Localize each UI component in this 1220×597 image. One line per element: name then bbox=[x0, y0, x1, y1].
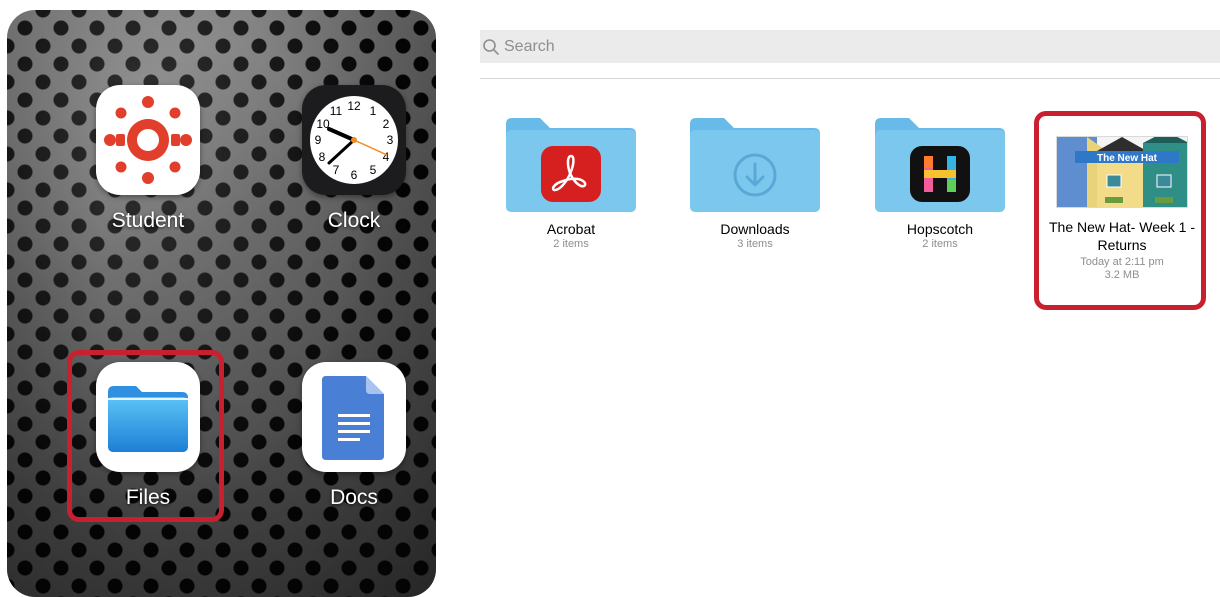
hopscotch-icon bbox=[910, 146, 970, 202]
folder-icon bbox=[875, 118, 1005, 212]
item-name: Hopscotch bbox=[906, 221, 974, 237]
clock-numeral: 6 bbox=[351, 168, 358, 182]
clock-numeral: 1 bbox=[370, 104, 377, 118]
clock-numeral: 4 bbox=[383, 150, 390, 164]
clock-numeral: 7 bbox=[333, 163, 340, 177]
clock-icon: 12 1 2 3 4 5 6 7 8 9 10 11 bbox=[302, 85, 406, 195]
folder-hopscotch[interactable]: Hopscotch 2 items bbox=[860, 118, 1020, 251]
item-name: Acrobat bbox=[546, 221, 596, 237]
item-meta: 3 items bbox=[737, 238, 773, 250]
app-label: Docs bbox=[330, 486, 378, 509]
item-name: Downloads bbox=[720, 221, 790, 237]
clock-numeral: 12 bbox=[347, 99, 361, 113]
folder-icon bbox=[506, 118, 636, 212]
search-icon bbox=[483, 38, 499, 55]
canvas-student-icon bbox=[96, 85, 200, 195]
folder-icon bbox=[690, 118, 820, 212]
folder-acrobat[interactable]: Acrobat 2 items bbox=[491, 118, 651, 251]
app-clock[interactable]: 12 1 2 3 4 5 6 7 8 9 10 11 Clock bbox=[284, 85, 424, 233]
app-docs[interactable]: Docs bbox=[284, 362, 424, 510]
search-bar[interactable]: Search bbox=[480, 30, 1220, 63]
clock-numeral: 2 bbox=[383, 117, 390, 131]
clock-numeral: 5 bbox=[370, 163, 377, 177]
clock-numeral: 3 bbox=[387, 133, 394, 147]
google-docs-icon bbox=[302, 362, 406, 472]
acrobat-icon bbox=[541, 146, 601, 202]
item-meta: 2 items bbox=[553, 238, 589, 250]
highlight-box-file bbox=[1034, 111, 1206, 310]
clock-numeral: 11 bbox=[330, 104, 343, 118]
highlight-box-files-app bbox=[67, 350, 224, 522]
divider bbox=[480, 78, 1220, 79]
folder-downloads[interactable]: Downloads 3 items bbox=[675, 118, 835, 251]
search-placeholder: Search bbox=[504, 37, 555, 55]
app-label: Student bbox=[111, 209, 185, 232]
item-meta: 2 items bbox=[922, 238, 958, 250]
app-label: Clock bbox=[327, 209, 381, 232]
app-student[interactable]: Student bbox=[78, 85, 218, 233]
clock-numeral: 8 bbox=[319, 150, 326, 164]
clock-numeral: 9 bbox=[315, 133, 322, 147]
